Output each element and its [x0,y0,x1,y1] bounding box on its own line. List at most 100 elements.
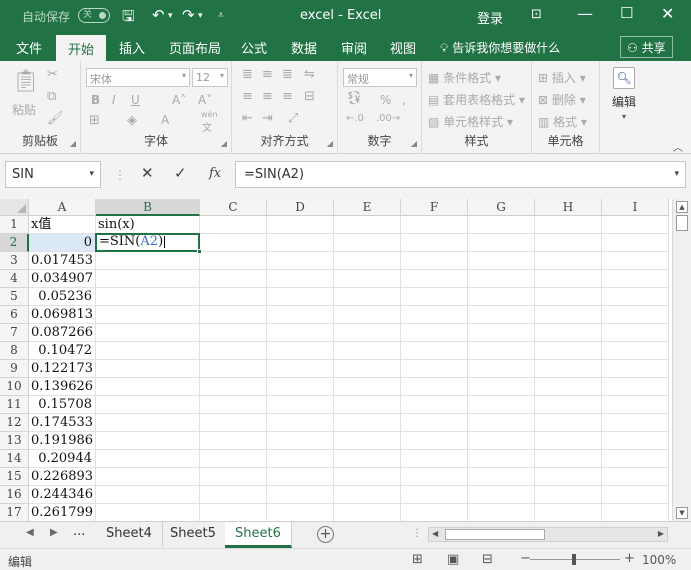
cell-h1[interactable] [535,216,602,234]
tab-file[interactable]: 文件 [16,38,42,57]
tab-formulas[interactable]: 公式 [241,38,267,57]
cell-g15[interactable] [468,468,535,486]
cell-b4[interactable] [96,270,200,288]
cell-i8[interactable] [602,342,669,360]
format-as-table-button[interactable]: ▤ 套用表格格式 ▾ [428,91,525,108]
cell-c16[interactable] [200,486,267,504]
cell-c1[interactable] [200,216,267,234]
grow-font-icon[interactable]: A˄ [172,93,186,107]
cell-i15[interactable] [602,468,669,486]
tab-page-layout[interactable]: 页面布局 [169,38,221,57]
cell-e17[interactable] [334,504,401,521]
cell-h10[interactable] [535,378,602,396]
name-box[interactable]: SIN ▾ [5,161,101,188]
cell-f12[interactable] [401,414,468,432]
vertical-scrollbar[interactable]: ▲ ▼ [672,199,691,521]
cell-e14[interactable] [334,450,401,468]
cell-h7[interactable] [535,324,602,342]
phonetic-wen-label[interactable]: wén [201,110,218,119]
number-format-combo[interactable]: 常规 ▾ [343,68,417,87]
cell-g14[interactable] [468,450,535,468]
cell-i14[interactable] [602,450,669,468]
cell-g6[interactable] [468,306,535,324]
cell-f4[interactable] [401,270,468,288]
align-right-icon[interactable]: ≡ [282,89,293,104]
conditional-formatting-button[interactable]: ▦ 条件格式 ▾ [428,69,501,86]
cell-c17[interactable] [200,504,267,521]
cell-f2[interactable] [401,234,468,252]
undo-icon[interactable]: ↶ [152,6,165,24]
cell-b5[interactable] [96,288,200,306]
cell-i12[interactable] [602,414,669,432]
cell-d7[interactable] [267,324,334,342]
cell-e9[interactable] [334,360,401,378]
decrease-indent-icon[interactable]: ⇤ [242,111,253,126]
cell-a13[interactable]: 0.191986 [29,432,96,450]
autosave-toggle[interactable]: 关 [78,8,110,23]
cell-d9[interactable] [267,360,334,378]
row-header-6[interactable]: 6 [0,306,29,324]
align-bottom-icon[interactable]: ≣ [282,67,293,82]
sheet-tab-sheet6[interactable]: Sheet6 [225,522,292,548]
formula-input[interactable]: =SIN(A2) ▾ [235,161,686,188]
horizontal-scrollbar[interactable]: ◀ ▶ [428,527,668,542]
cell-f15[interactable] [401,468,468,486]
cell-a14[interactable]: 0.20944 [29,450,96,468]
cell-d4[interactable] [267,270,334,288]
cell-h14[interactable] [535,450,602,468]
tab-review[interactable]: 审阅 [341,38,367,57]
enter-icon[interactable]: ✓ [174,164,187,182]
worksheet-grid[interactable]: A B C D E F G H I 1 x值 sin(x) 2 0 =SIN(A2) 3 0.017453 4 0.… [0,199,672,521]
orientation-icon[interactable]: ⤢ [288,111,298,126]
zoom-level[interactable]: 100% [642,553,676,567]
decrease-decimal-icon[interactable]: .00→ [376,113,400,124]
cell-g9[interactable] [468,360,535,378]
cell-b6[interactable] [96,306,200,324]
cell-h17[interactable] [535,504,602,521]
cell-b10[interactable] [96,378,200,396]
tab-home[interactable]: 开始 [56,35,107,61]
increase-indent-icon[interactable]: ⇥ [262,111,273,126]
cell-g1[interactable] [468,216,535,234]
undo-dropdown-icon[interactable]: ▾ [168,11,173,21]
cell-f8[interactable] [401,342,468,360]
row-header-15[interactable]: 15 [0,468,29,486]
italic-icon[interactable]: I [112,93,116,107]
font-size-combo[interactable]: 12 ▾ [192,68,228,87]
cell-h11[interactable] [535,396,602,414]
cell-b15[interactable] [96,468,200,486]
cell-e8[interactable] [334,342,401,360]
cell-a8[interactable]: 0.10472 [29,342,96,360]
cell-d16[interactable] [267,486,334,504]
cell-c7[interactable] [200,324,267,342]
cell-d5[interactable] [267,288,334,306]
splitter-icon[interactable]: ⋮ [412,528,422,539]
cell-h13[interactable] [535,432,602,450]
currency-icon[interactable]: 💱︎ [346,91,363,106]
cell-i6[interactable] [602,306,669,324]
cell-f9[interactable] [401,360,468,378]
cell-a10[interactable]: 0.139626 [29,378,96,396]
font-name-combo[interactable]: 宋体 ▾ [86,68,190,87]
cell-f3[interactable] [401,252,468,270]
editing-button[interactable]: 🔍︎ 编辑 ▾ [606,67,642,121]
cell-styles-button[interactable]: ▧ 单元格样式 ▾ [428,113,513,130]
cell-b13[interactable] [96,432,200,450]
cell-i11[interactable] [602,396,669,414]
font-launcher-icon[interactable]: ◢ [221,139,227,148]
cell-a15[interactable]: 0.226893 [29,468,96,486]
cell-b7[interactable] [96,324,200,342]
close-icon[interactable]: ✕ [661,4,674,23]
cell-d10[interactable] [267,378,334,396]
align-center-icon[interactable]: ≡ [262,89,273,104]
sheet-tab-sheet4[interactable]: Sheet4 [96,522,163,547]
insert-cells-button[interactable]: ⊞ 插入 ▾ [538,69,586,86]
cell-e4[interactable] [334,270,401,288]
clipboard-launcher-icon[interactable]: ◢ [70,139,76,148]
cell-a6[interactable]: 0.069813 [29,306,96,324]
scroll-sheets-right-icon[interactable]: ▶ [50,527,58,538]
fill-color-icon[interactable]: ◈ [127,113,137,128]
wrap-text-icon[interactable]: ⇋ [304,67,315,82]
cell-e1[interactable] [334,216,401,234]
cell-e5[interactable] [334,288,401,306]
